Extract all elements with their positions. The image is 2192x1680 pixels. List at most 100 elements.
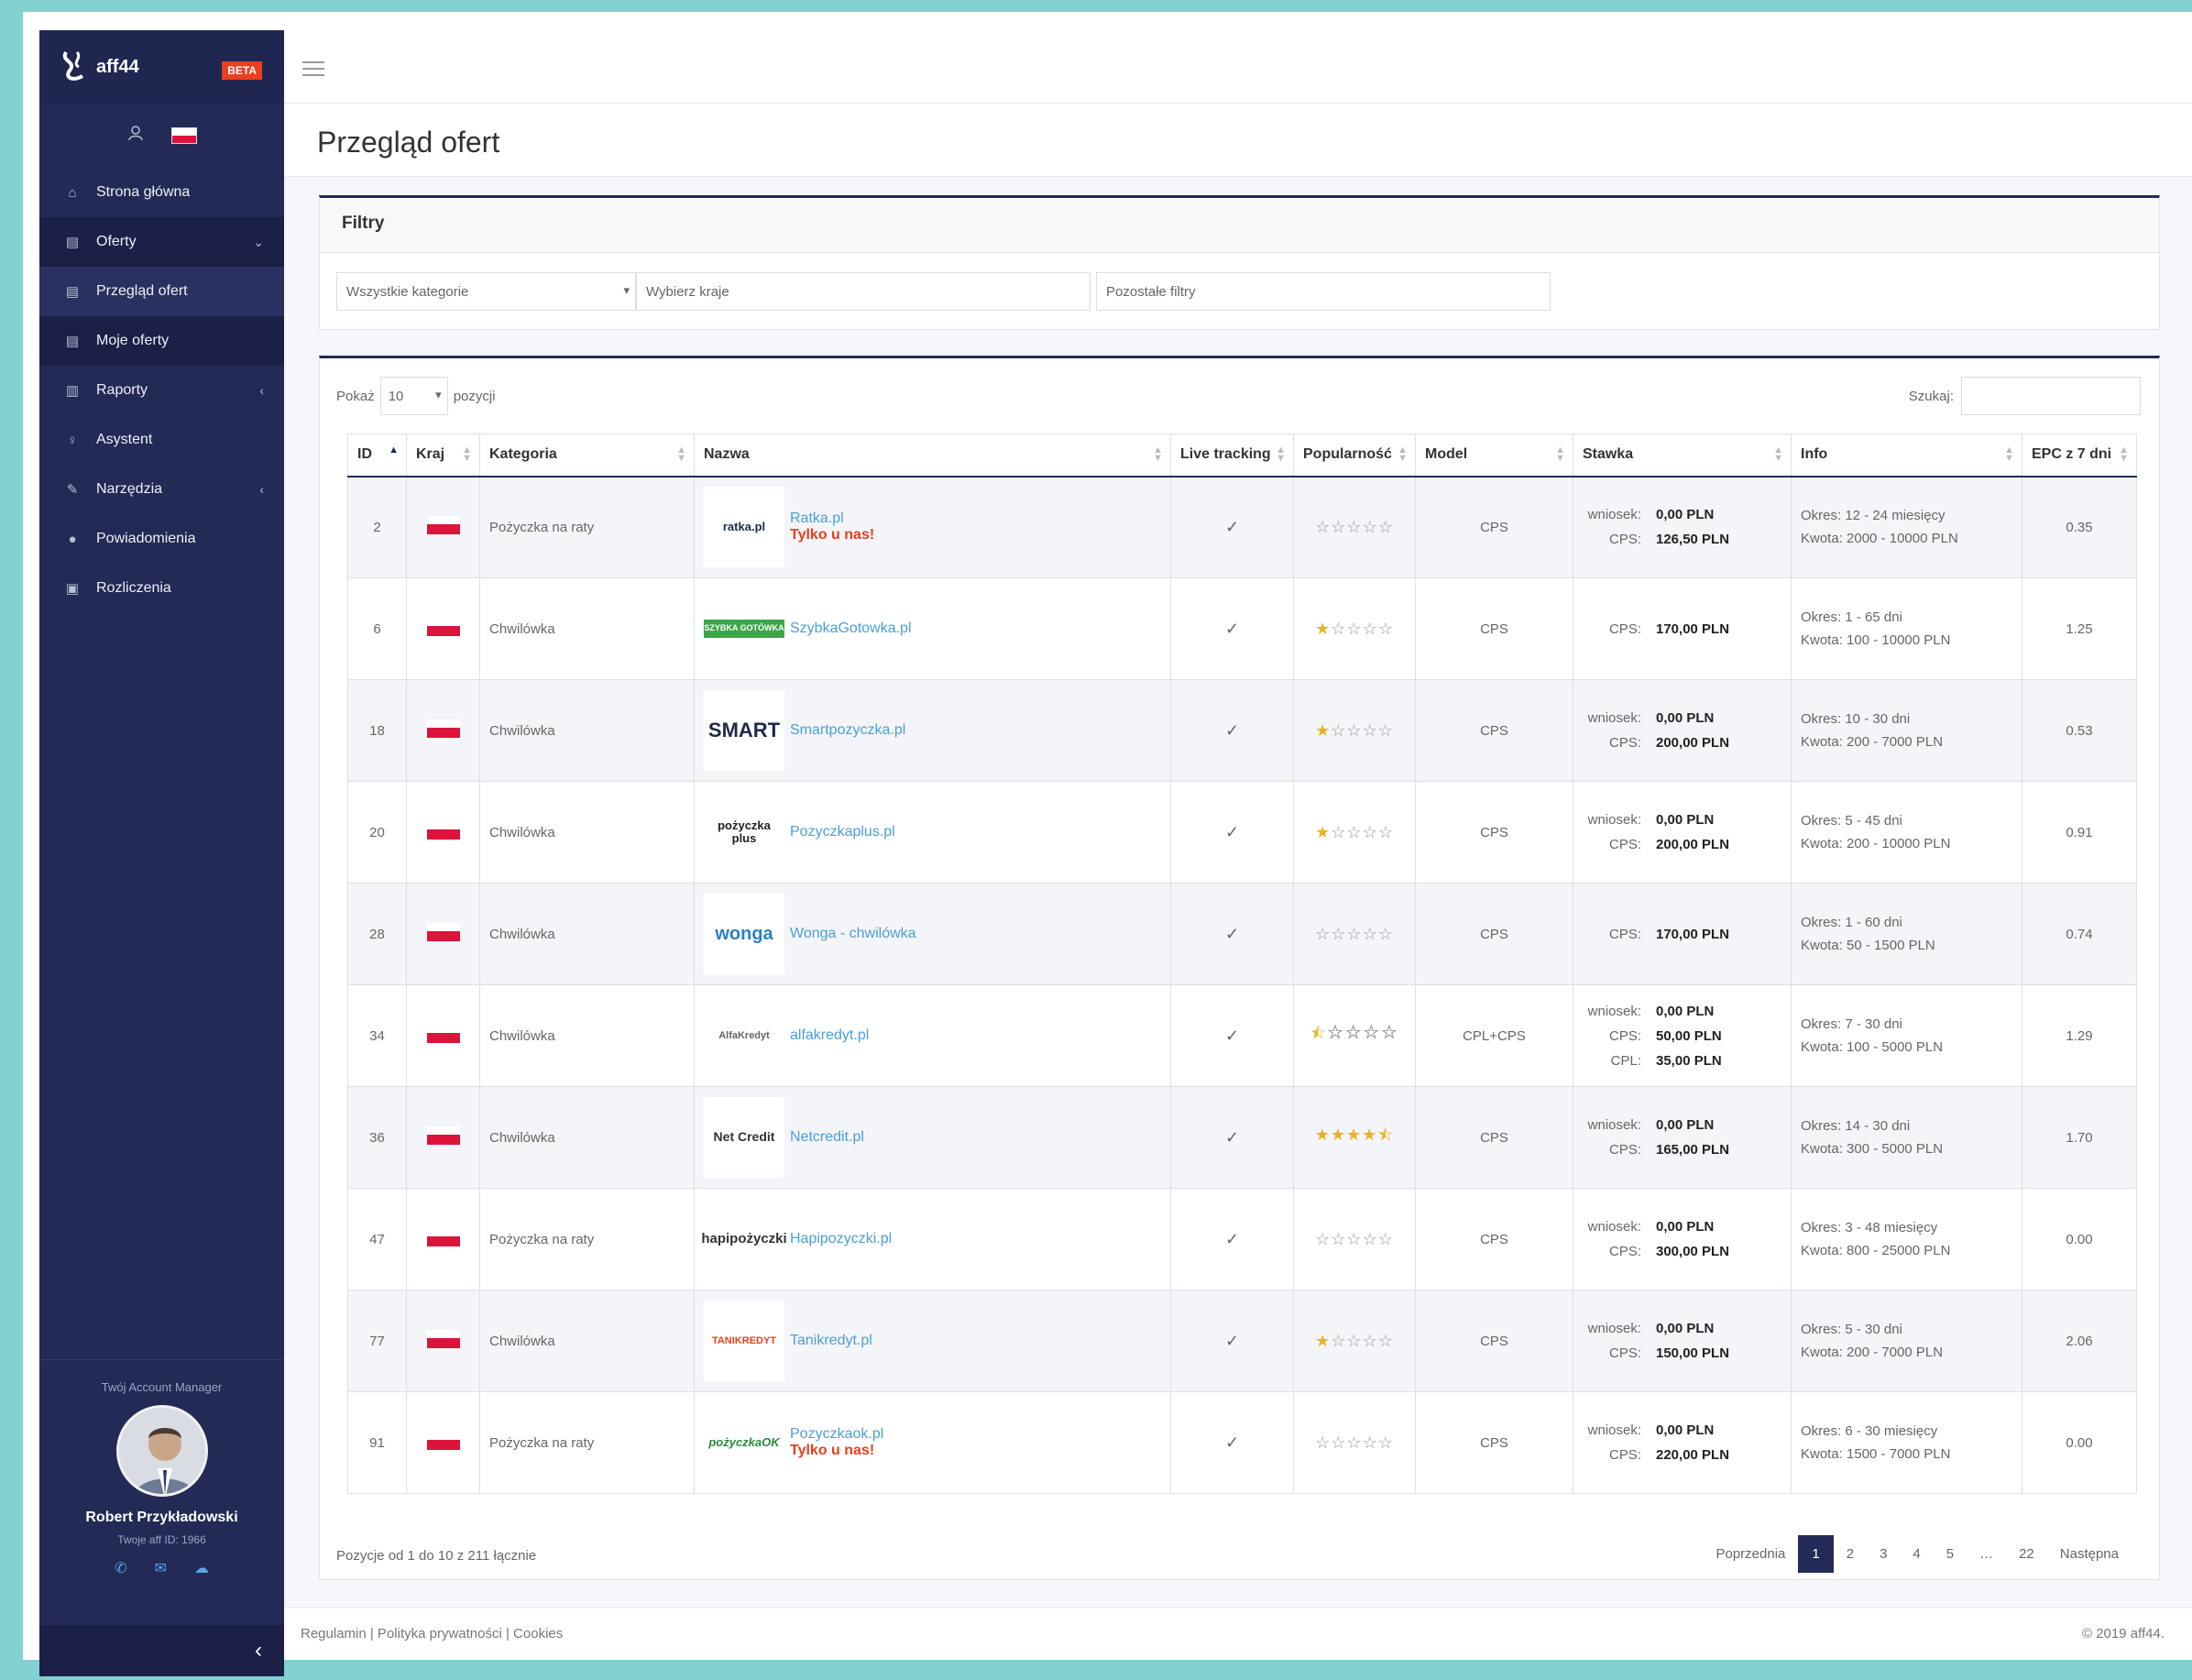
table-row[interactable]: 28 Chwilówka wonga Wonga - chwilówka ✓ ☆☆☆☆☆ C… — [347, 883, 2137, 985]
country-select[interactable]: Wybierz kraje — [636, 272, 1091, 311]
table-row[interactable]: 47 Pożyczka na raty hapipożyczki Hapipozycz… — [347, 1188, 2137, 1290]
sidebar-item-strona-główna[interactable]: ⌂ Strona główna — [39, 168, 284, 217]
cell-popularity: ★☆☆☆☆ — [1293, 577, 1416, 680]
sidebar-item-narzędzia[interactable]: ✎ Narzędzia ‹ — [39, 465, 284, 514]
user-icon[interactable] — [127, 125, 144, 147]
poland-flag-icon — [426, 821, 460, 840]
cell-info: Okres: 5 - 30 dni Kwota: 200 - 7000 PLN — [1791, 1290, 2022, 1392]
offer-link[interactable]: Pozyczkaok.pl — [790, 1426, 883, 1443]
offer-link[interactable]: Ratka.pl — [790, 511, 874, 527]
star-icon: ☆ — [1380, 1024, 1399, 1042]
table-row[interactable]: 18 Chwilówka SMART Smartpozyczka.pl ✓ ★☆☆☆☆ CP… — [347, 679, 2137, 782]
sidebar-item-powiadomienia[interactable]: ● Powiadomienia — [39, 514, 284, 564]
sidebar-item-rozliczenia[interactable]: ▣ Rozliczenia — [39, 564, 284, 613]
table-row[interactable]: 6 Chwilówka SZYBKA GOTÓWKA SzybkaGotowka.pl… — [347, 577, 2137, 680]
check-icon: ✓ — [1170, 1391, 1294, 1494]
cell-category: Pożyczka na raty — [479, 476, 695, 578]
rate-value: 150,00 PLN — [1656, 1345, 1730, 1361]
sidebar-item-moje-oferty[interactable]: ▤ Moje oferty — [39, 316, 284, 366]
info-period: Okres: 10 - 30 dni — [1801, 710, 1911, 727]
table-row[interactable]: 2 Pożyczka na raty ratka.pl Ratka.pl Tylko u… — [347, 476, 2137, 578]
pagination-item[interactable]: 5 — [1934, 1537, 1967, 1571]
offer-link[interactable]: Hapipozyczki.pl — [790, 1231, 892, 1247]
poland-flag-icon[interactable] — [170, 127, 197, 144]
rate-label: wniosek: — [1587, 812, 1641, 828]
column-header[interactable]: Kategoria ▲ ▼ — [479, 434, 695, 478]
cell-popularity: ☆☆☆☆☆ — [1293, 1188, 1416, 1290]
sidebar-item-raporty[interactable]: ▥ Raporty ‹ — [39, 366, 284, 415]
page-length-select[interactable]: 10 — [379, 377, 448, 415]
table-row[interactable]: 77 Chwilówka TANIKREDYT Tanikredyt.pl ✓ ★☆☆☆☆… — [347, 1290, 2137, 1392]
mail-icon[interactable]: ✉ — [155, 1559, 167, 1577]
rate-value: 0,00 PLN — [1656, 812, 1715, 828]
offer-link[interactable]: SzybkaGotowka.pl — [790, 620, 912, 637]
column-header[interactable]: EPC z 7 dni ▲ ▼ — [2022, 434, 2137, 478]
rate-value: 0,00 PLN — [1656, 1219, 1715, 1235]
column-header-label: Info — [1801, 446, 1828, 463]
rate-list: wniosek: 0,00 PLN CPS: 220,00 PLN — [1583, 1422, 1781, 1463]
offer-link[interactable]: Pozyczkaplus.pl — [790, 824, 895, 840]
cell-name: TANIKREDYT Tanikredyt.pl — [694, 1290, 1171, 1392]
sidebar-item-przegląd-ofert[interactable]: ▤ Przegląd ofert — [39, 267, 284, 316]
pagination-item[interactable]: … — [1967, 1537, 2006, 1571]
rate-label: CPS: — [1608, 532, 1641, 548]
column-header[interactable]: Live tracking ▲ ▼ — [1170, 434, 1294, 478]
offer-link[interactable]: Tanikredyt.pl — [790, 1333, 872, 1349]
rate-label: CPS: — [1608, 1027, 1641, 1044]
sidebar: aff44 BETA ⌂ Strona główna ▤ Oferty ⌄ ▤ Przegl… — [39, 30, 284, 1676]
pagination-item[interactable]: 4 — [1900, 1537, 1933, 1571]
cell-rate: wniosek: 0,00 PLN CPS: 200,00 PLN — [1573, 781, 1792, 884]
cell-popularity: ★★★★⯪ — [1293, 1086, 1416, 1189]
other-filters-input[interactable]: Pozostałe filtry — [1096, 272, 1551, 311]
sidebar-item-asystent[interactable]: ♀ Asystent — [39, 415, 284, 465]
offer-link[interactable]: Netcredit.pl — [790, 1129, 864, 1146]
sidebar-item-oferty[interactable]: ▤ Oferty ⌄ — [39, 217, 284, 267]
pagination-item[interactable]: Poprzednia — [1703, 1537, 1798, 1571]
table-row[interactable]: 20 Chwilówka pożyczka plus Pozyczkaplus.pl ✓… — [347, 781, 2137, 884]
menu-icon[interactable] — [302, 61, 324, 81]
offer-link[interactable]: Smartpozyczka.pl — [790, 722, 905, 739]
info-period: Okres: 3 - 48 miesięcy — [1801, 1219, 1938, 1235]
star-icon: ★ — [1345, 1125, 1363, 1144]
cell-epc: 0.91 — [2022, 781, 2137, 884]
cell-rate: wniosek: 0,00 PLN CPS: 165,00 PLN — [1573, 1086, 1792, 1189]
cell-info: Okres: 10 - 30 dni Kwota: 200 - 7000 PLN — [1791, 679, 2022, 782]
rate-value: 50,00 PLN — [1656, 1027, 1722, 1044]
rate-label: wniosek: — [1587, 1117, 1641, 1133]
footer-links[interactable]: Regulamin | Polityka prywatności | Cooki… — [301, 1626, 563, 1642]
rate-label: CPS: — [1608, 926, 1641, 942]
pagination-item[interactable]: 22 — [2006, 1537, 2047, 1571]
cell-rate: wniosek: 0,00 PLN CPS: 200,00 PLN — [1573, 679, 1792, 782]
rating-stars: ★☆☆☆☆ — [1315, 1332, 1394, 1350]
category-select[interactable]: Wszystkie kategorie — [336, 272, 636, 311]
pagination-item[interactable]: Następna — [2047, 1537, 2132, 1571]
chat-icon[interactable]: ☁ — [194, 1559, 209, 1577]
pagination-item[interactable]: 1 — [1798, 1535, 1834, 1573]
table-row[interactable]: 36 Chwilówka Net Credit Netcredit.pl ✓ ★★★★⯪ C… — [347, 1086, 2137, 1189]
brand[interactable]: aff44 BETA — [39, 30, 284, 104]
star-icon: ☆ — [1377, 517, 1394, 536]
table-row[interactable]: 34 Chwilówka AlfaKredyt alfakredyt.pl ✓ ⯪☆☆☆☆… — [347, 984, 2137, 1087]
pagination-item[interactable]: 2 — [1834, 1537, 1867, 1571]
search-input[interactable] — [1961, 377, 2141, 415]
cell-info: Okres: 6 - 30 miesięcy Kwota: 1500 - 7000… — [1791, 1391, 2022, 1494]
column-header[interactable]: Info ▲ ▼ — [1791, 434, 2022, 478]
column-header[interactable]: Kraj ▲ ▼ — [406, 434, 480, 478]
phone-icon[interactable]: ✆ — [115, 1559, 126, 1577]
collapse-sidebar-icon[interactable]: ‹ — [255, 1638, 262, 1664]
offer-link[interactable]: Wonga - chwilówka — [790, 926, 916, 942]
page-length-control: Pokaż 10 pozycji — [336, 377, 496, 415]
info-amount: Kwota: 800 - 25000 PLN — [1801, 1243, 1951, 1258]
cell-rate: wniosek: 0,00 PLN CPS: 126,50 PLN — [1573, 476, 1792, 578]
rate-label: CPS: — [1608, 1345, 1641, 1361]
star-icon: ☆ — [1346, 619, 1363, 638]
info-amount: Kwota: 1500 - 7000 PLN — [1801, 1446, 1951, 1462]
pagination-item[interactable]: 3 — [1867, 1537, 1900, 1571]
column-header[interactable]: ID ▲ — [347, 434, 407, 478]
column-header[interactable]: Popularność ▲ ▼ — [1293, 434, 1416, 478]
column-header[interactable]: Model ▲ ▼ — [1415, 434, 1573, 478]
column-header[interactable]: Nazwa ▲ ▼ — [694, 434, 1171, 478]
table-row[interactable]: 91 Pożyczka na raty pożyczkaOK Pozyczkaok.p… — [347, 1391, 2137, 1494]
column-header[interactable]: Stawka ▲ ▼ — [1573, 434, 1792, 478]
offer-link[interactable]: alfakredyt.pl — [790, 1027, 869, 1044]
